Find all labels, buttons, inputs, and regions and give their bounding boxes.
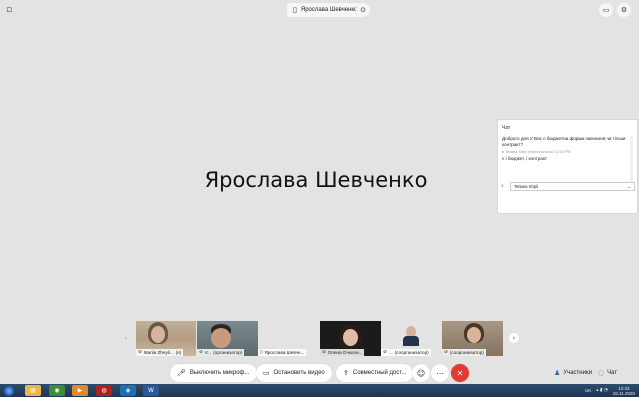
- participant-tile[interactable]: ⊘ V... (организатор): [197, 321, 258, 356]
- participant-name: ...: [388, 350, 393, 355]
- participant-name: Mariia Zheyli...: [143, 350, 174, 355]
- phone-icon: ▯: [293, 6, 297, 14]
- chat-panel: Чат Доброго дня.У Вас є бюджетна форма н…: [497, 119, 638, 214]
- participant-name: V...: [204, 350, 212, 355]
- chat-reply: є і бюджет, і контракт: [502, 156, 548, 161]
- top-right-controls: ▭ ⚙: [599, 3, 631, 17]
- word-icon[interactable]: W: [143, 385, 159, 396]
- stop-video-button[interactable]: ▭ Остановить видео: [256, 364, 332, 382]
- chat-recipient: Tetiana Shpil: [514, 183, 538, 189]
- explorer-icon[interactable]: ▤: [25, 385, 41, 396]
- system-tray: UK ▴ ▮ ◔ 12:33 18.11.2020: [585, 384, 635, 397]
- participant-label: ⊘ ... (соорганизатор): [381, 349, 431, 356]
- strip-prev-button[interactable]: ‹: [121, 333, 131, 343]
- participant-role: (организатор): [213, 350, 243, 355]
- mic-muted-icon: ⊘: [383, 350, 387, 355]
- participant-strip: ‹ ⊘ Mariia Zheyli... (я) ⊘ V... (организ…: [0, 321, 639, 357]
- fullscreen-icon[interactable]: ▭: [599, 3, 613, 17]
- active-speaker-pill: ▯ Ярослава Шевченко: [287, 3, 364, 17]
- media-icon[interactable]: ▶: [72, 385, 88, 396]
- participants-label: Участники: [563, 370, 592, 376]
- participant-label: ⊘ V... (организатор): [197, 349, 245, 356]
- chat-input-row: ⌕ Tetiana Shpil ⌄: [501, 181, 635, 191]
- more-icon[interactable]: ⋯: [431, 364, 449, 382]
- chat-recipient-select[interactable]: Tetiana Shpil ⌄: [510, 181, 635, 191]
- settings-icon[interactable]: ⚙: [617, 3, 631, 17]
- game-icon[interactable]: ◍: [96, 385, 112, 396]
- participant-name: Олена Очколи...: [327, 350, 363, 355]
- share-button[interactable]: ⇪ Совместный дост...: [336, 364, 414, 382]
- language-indicator[interactable]: UK: [585, 388, 591, 393]
- hangup-icon[interactable]: ✕: [451, 364, 469, 382]
- participant-label: ⊘ (соорганизатор): [442, 349, 486, 356]
- chat-label: Чат: [607, 370, 618, 376]
- participant-tile[interactable]: ⊘ ... (соорганизатор): [381, 321, 441, 356]
- chat-button[interactable]: ◌ Чат: [598, 369, 617, 377]
- clock-date: 18.11.2020: [612, 390, 635, 396]
- chat-icon: ◌: [598, 369, 605, 377]
- participant-label: ⊘ Олена Очколи...: [320, 349, 365, 356]
- start-button[interactable]: [2, 384, 16, 397]
- window-icon[interactable]: ▫: [6, 5, 16, 15]
- participant-tile[interactable]: ⊘ (соорганизатор): [442, 321, 503, 356]
- mic-muted-icon: ⊘: [322, 350, 326, 355]
- active-speaker-name: Ярослава Шевченко: [300, 7, 358, 13]
- camera-icon: ▭: [263, 369, 270, 377]
- emoji-icon[interactable]: ☺: [412, 364, 430, 382]
- chat-message: Доброго дня.У Вас є бюджетна форма навча…: [502, 136, 626, 147]
- chrome-icon[interactable]: ◉: [49, 385, 65, 396]
- participant-tile[interactable]: ⊘ Mariia Zheyli... (я): [136, 321, 196, 356]
- share-label: Совместный дост...: [352, 370, 407, 376]
- participant-label: ⊘ Mariia Zheyli... (я): [136, 349, 184, 356]
- mic-muted-icon: ⊘: [199, 350, 203, 355]
- participant-role: (соорганизатор): [394, 350, 429, 355]
- mic-muted-icon: ⊘: [138, 350, 142, 355]
- strip-next-button[interactable]: ›: [509, 333, 519, 343]
- share-icon: ⇪: [343, 369, 349, 377]
- tray-icons[interactable]: ▴ ▮ ◔: [596, 388, 608, 393]
- mic-icon: 🎤︎: [177, 369, 186, 377]
- mic-muted-icon: ⊘: [444, 350, 448, 355]
- participants-icon: ♟: [554, 369, 561, 377]
- participant-label: ▯ Ярослава Шевче...: [258, 349, 307, 356]
- taskbar: ▤ ◉ ▶ ◍ ◈ W UK ▴ ▮ ◔ 12:33 18.11.2020: [0, 384, 639, 397]
- paperclip-icon[interactable]: ⌕: [501, 183, 507, 189]
- mute-label: Выключить микроф...: [189, 370, 250, 376]
- participant-name: Ярослава Шевче...: [264, 350, 305, 355]
- meeting-controls: 🎤︎ Выключить микроф... ▭ Остановить виде…: [0, 362, 639, 384]
- chevron-down-icon: ⌄: [627, 183, 631, 189]
- participants-button[interactable]: ♟ Участники: [554, 369, 592, 377]
- participant-role: (соорганизатор): [449, 350, 484, 355]
- participant-tile[interactable]: ⊘ Олена Очколи...: [320, 321, 381, 356]
- participant-role: (я): [175, 350, 182, 355]
- phone-icon: ▯: [260, 350, 263, 355]
- chat-message-meta: в Tetiana Shpil (персонально) 12:33 PM: [502, 150, 571, 154]
- video-label: Остановить видео: [273, 370, 325, 376]
- clock[interactable]: 12:33 18.11.2020: [613, 386, 635, 396]
- chat-title: Чат: [502, 125, 511, 131]
- participant-tile[interactable]: ▯ Ярослава Шевче...: [258, 321, 318, 356]
- pin-icon[interactable]: ⊙: [356, 3, 370, 17]
- mute-button[interactable]: 🎤︎ Выключить микроф...: [170, 364, 257, 382]
